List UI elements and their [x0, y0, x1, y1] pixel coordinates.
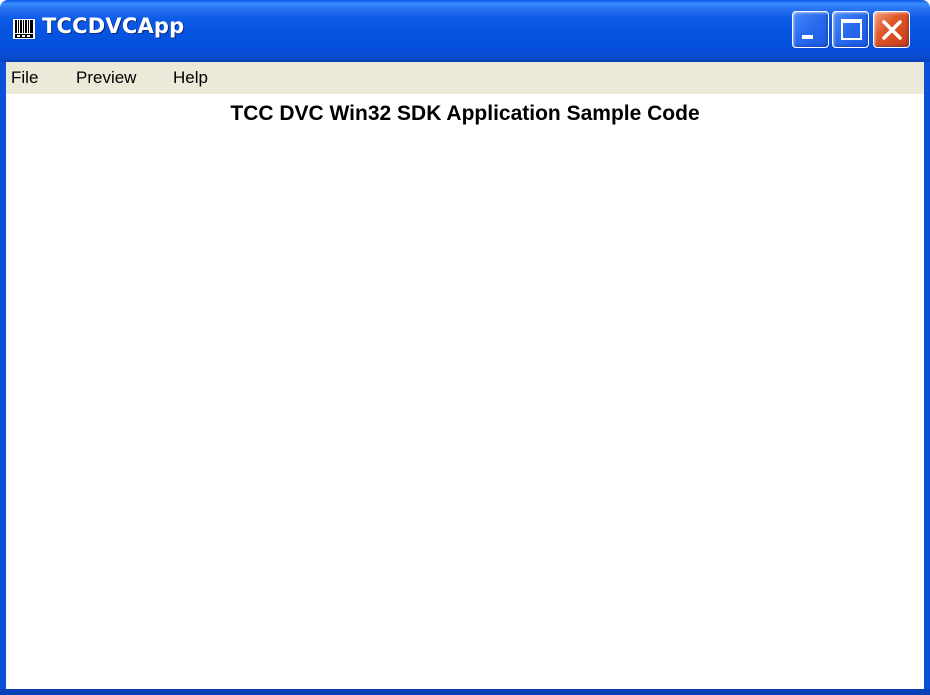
menu-preview[interactable]: Preview [76, 68, 136, 88]
window-title: TCCDVCApp [42, 14, 185, 38]
app-window: TCCDVCApp File Preview Help TCC DVC Win3… [0, 0, 930, 695]
maximize-button[interactable] [832, 11, 869, 48]
close-icon [882, 20, 902, 40]
minimize-icon [802, 35, 813, 39]
client-area[interactable]: TCC DVC Win32 SDK Application Sample Cod… [6, 94, 924, 689]
minimize-button[interactable] [792, 11, 829, 48]
app-icon[interactable] [12, 17, 36, 41]
close-button[interactable] [873, 11, 910, 48]
menu-file[interactable]: File [11, 68, 38, 88]
menu-help[interactable]: Help [173, 68, 208, 88]
menu-bar: File Preview Help [6, 62, 924, 94]
maximize-icon [841, 19, 862, 40]
window-bottom-border [0, 689, 930, 695]
title-bar[interactable]: TCCDVCApp [0, 0, 930, 62]
content-heading: TCC DVC Win32 SDK Application Sample Cod… [230, 102, 700, 125]
